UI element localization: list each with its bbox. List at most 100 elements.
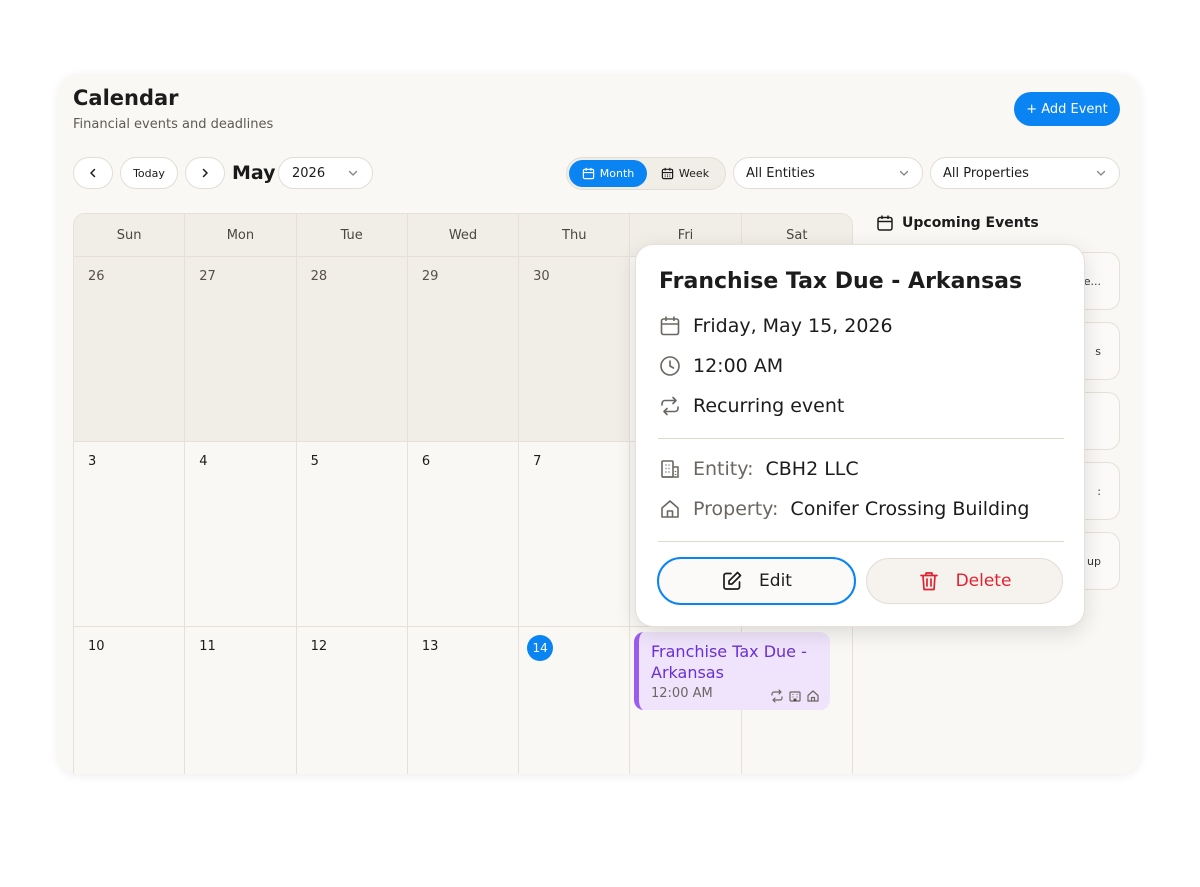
event-entity-row: Entity: CBH2 LLC [659, 458, 859, 480]
weekday-label: Mon [185, 214, 297, 256]
event-recurrence: Recurring event [693, 395, 845, 417]
day-cell-today[interactable]: 14 [519, 627, 631, 774]
calendar-week-icon [661, 167, 674, 180]
properties-filter[interactable]: All Properties [930, 157, 1120, 189]
day-cell[interactable]: 4 [185, 442, 297, 626]
month-view-label: Month [599, 167, 635, 180]
day-number: 3 [88, 454, 97, 469]
day-number: 13 [421, 639, 439, 654]
chevron-down-icon [1096, 170, 1106, 176]
repeat-icon [661, 396, 679, 416]
page-subtitle: Financial events and deadlines [73, 117, 274, 132]
trash-icon [919, 572, 938, 591]
chevron-down-icon [348, 170, 358, 176]
day-cell[interactable]: 7 [519, 442, 631, 626]
edit-button-label: Edit [759, 571, 792, 591]
day-cell[interactable]: 5 [297, 442, 408, 626]
event-chip-icons [770, 689, 820, 703]
chevron-right-icon [202, 168, 208, 178]
event-chip-time: 12:00 AM [651, 686, 713, 701]
building-icon [661, 460, 679, 478]
day-cell[interactable]: 12 [297, 627, 408, 774]
day-number: 10 [88, 639, 105, 654]
chevron-left-icon [90, 168, 96, 178]
day-cell[interactable]: 3 [74, 442, 186, 626]
weekday-label: Wed [408, 214, 520, 256]
calendar-icon [660, 316, 680, 336]
day-cell[interactable]: 6 [408, 442, 520, 626]
popover-title: Franchise Tax Due - Arkansas [659, 269, 1023, 294]
year-select-value: 2026 [292, 165, 326, 181]
day-cell[interactable]: 10 [74, 627, 186, 774]
next-month-button[interactable] [185, 157, 225, 189]
day-cell[interactable]: 30 [519, 257, 631, 441]
popover-divider [658, 541, 1064, 542]
day-number: 5 [310, 454, 319, 469]
weekday-label: Sun [74, 214, 186, 256]
current-month-label: May [232, 162, 276, 184]
page-title: Calendar [73, 86, 179, 110]
calendar-icon [582, 167, 594, 180]
add-event-button[interactable]: + Add Event [1014, 92, 1120, 126]
day-number: 7 [533, 454, 542, 469]
edit-event-button[interactable]: Edit [657, 557, 856, 605]
event-date: Friday, May 15, 2026 [693, 315, 893, 337]
day-number: 26 [88, 269, 105, 284]
day-cell[interactable]: 27 [185, 257, 297, 441]
day-cell[interactable]: 26 [74, 257, 186, 441]
clock-icon [660, 356, 680, 376]
previous-month-button[interactable] [73, 157, 113, 189]
calendar-event-chip[interactable]: Franchise Tax Due - Arkansas 12:00 AM [634, 632, 830, 710]
year-select[interactable]: 2026 [278, 157, 373, 189]
week-view-label: Week [678, 167, 710, 180]
property-label: Property: [693, 498, 779, 520]
event-chip-title: Franchise Tax Due - Arkansas [651, 642, 807, 682]
event-time: 12:00 AM [693, 355, 784, 377]
repeat-icon [771, 689, 783, 703]
day-number: 11 [199, 639, 216, 654]
day-cell[interactable]: 29 [407, 257, 520, 441]
upcoming-events-title: Upcoming Events [902, 215, 1039, 231]
weekday-label: Thu [519, 214, 631, 256]
event-recurrence-row: Recurring event [659, 395, 844, 417]
day-number: 6 [421, 454, 431, 469]
week-view-button[interactable]: Week [647, 160, 723, 187]
home-icon [807, 690, 819, 702]
event-time-row: 12:00 AM [659, 355, 783, 377]
entity-value: CBH2 LLC [765, 458, 859, 480]
delete-button-label: Delete [955, 571, 1012, 591]
day-number: 29 [421, 269, 439, 284]
day-number: 27 [199, 269, 216, 284]
today-day-number: 14 [527, 635, 554, 661]
property-value: Conifer Crossing Building [790, 498, 1030, 520]
upcoming-event-text: e... [1083, 274, 1101, 288]
day-cell[interactable]: 11 [185, 627, 297, 774]
event-property-row: Property: Conifer Crossing Building [659, 498, 1029, 520]
view-toggle: Month Week [566, 157, 726, 190]
event-date-row: Friday, May 15, 2026 [659, 315, 893, 337]
month-view-button[interactable]: Month [569, 160, 647, 187]
edit-icon [723, 571, 742, 590]
day-number: 4 [199, 454, 208, 469]
properties-filter-value: All Properties [943, 165, 1029, 181]
upcoming-events-heading: Upcoming Events [876, 214, 1039, 232]
entity-label: Entity: [693, 458, 754, 480]
today-button[interactable]: Today [120, 157, 178, 189]
chevron-down-icon [899, 170, 909, 176]
home-icon [661, 500, 679, 518]
day-number: 28 [310, 269, 328, 284]
upcoming-event-text: : [1097, 484, 1101, 498]
day-number: 30 [533, 269, 550, 284]
entities-filter[interactable]: All Entities [733, 157, 923, 189]
delete-event-button[interactable]: Delete [866, 558, 1063, 604]
building-icon [789, 691, 801, 702]
day-number: 12 [310, 639, 328, 654]
event-details-popover: Franchise Tax Due - Arkansas Friday, May… [635, 244, 1085, 627]
day-cell[interactable]: 13 [408, 627, 520, 774]
upcoming-event-text: s [1095, 344, 1101, 358]
day-cell[interactable]: 28 [296, 257, 408, 441]
entities-filter-value: All Entities [746, 165, 815, 181]
popover-divider [658, 438, 1064, 439]
calendar-icon [877, 215, 893, 231]
upcoming-event-text: up [1087, 554, 1101, 568]
